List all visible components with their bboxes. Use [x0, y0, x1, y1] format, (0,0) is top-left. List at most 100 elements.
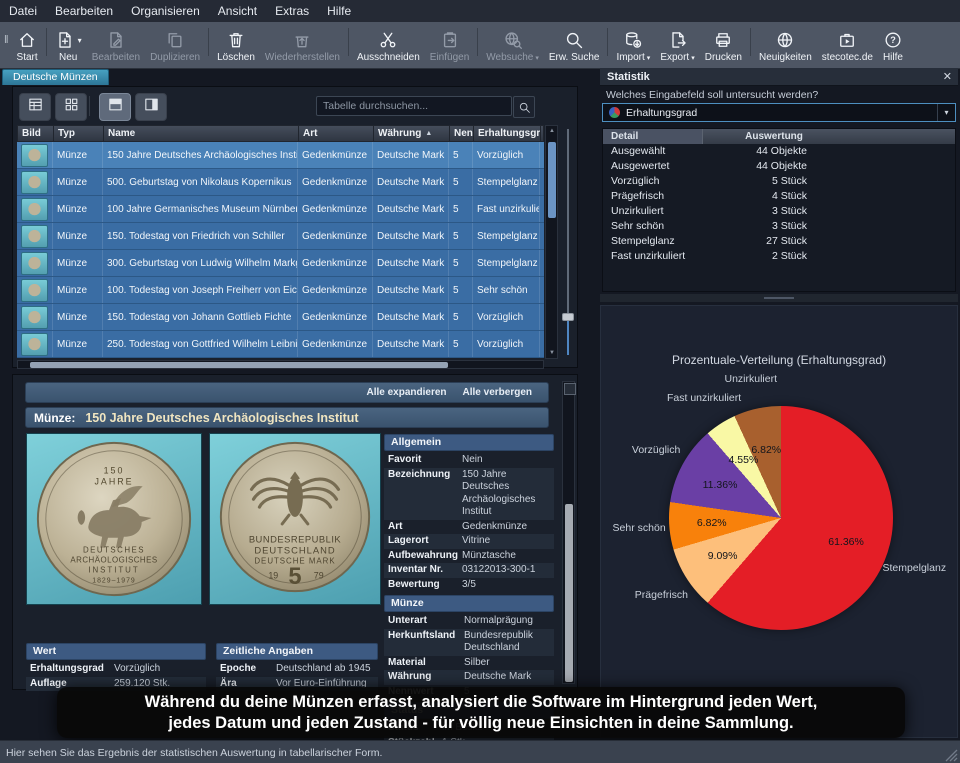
statistics-table-header: Detail Auswertung	[603, 129, 955, 144]
section-header[interactable]: Wert	[26, 643, 206, 660]
cell-art: Gedenkmünze	[298, 277, 373, 303]
thumbnail-size-slider[interactable]	[562, 127, 575, 357]
section-header[interactable]: Allgemein	[384, 434, 554, 451]
toolbar-button-drucken[interactable]: Drucken	[700, 27, 747, 63]
section-header[interactable]: Münze	[384, 595, 554, 612]
tab-deutsche-muenzen[interactable]: Deutsche Münzen	[2, 69, 109, 85]
statistics-row[interactable]: Ausgewertet44 Objekte	[603, 159, 955, 174]
menu-item-bearbeiten[interactable]: Bearbeiten	[46, 0, 122, 22]
field-label: Aufbewahrung	[388, 550, 458, 563]
toolbar-grip-icon[interactable]: ‖	[0, 34, 12, 56]
scroll-up-icon[interactable]: ▲	[549, 128, 555, 134]
vertical-scrollbar[interactable]: ▲ ▼	[545, 125, 558, 359]
field-value: Silber	[464, 657, 552, 670]
menu-item-hilfe[interactable]: Hilfe	[318, 0, 360, 22]
table-row[interactable]: Münze100 Jahre Germanisches Museum Nürnb…	[17, 196, 544, 223]
view-button-table-view[interactable]	[19, 93, 51, 121]
statistics-row[interactable]: Prägefrisch4 Stück	[603, 189, 955, 204]
cell-nennwert: 5	[449, 223, 473, 249]
slider-handle[interactable]	[562, 313, 574, 321]
column-header-bild[interactable]: Bild	[18, 126, 54, 141]
field-value: 03122013-300-1	[462, 564, 552, 577]
toolbar-button-löschen[interactable]: Löschen	[212, 27, 260, 63]
menu-item-organisieren[interactable]: Organisieren	[122, 0, 209, 22]
svg-text:BUNDESREPUBLIK: BUNDESREPUBLIK	[249, 535, 342, 545]
section-header[interactable]: Zeitliche Angaben	[216, 643, 378, 660]
expand-all-button[interactable]: Alle expandieren	[366, 387, 446, 398]
dropdown-caret-icon: ▾	[647, 54, 651, 62]
toolbar-button-neu[interactable]: ▾Neu	[50, 27, 87, 63]
column-header-art[interactable]: Art	[299, 126, 374, 141]
table-row[interactable]: Münze100. Todestag von Joseph Freiherr v…	[17, 277, 544, 304]
splitter-grip	[764, 297, 794, 299]
toolbar-button-label: Start	[17, 52, 38, 63]
collapse-all-button[interactable]: Alle verbergen	[463, 387, 532, 398]
table-row[interactable]: Münze150 Jahre Deutsches Archäologisches…	[17, 142, 544, 169]
cell-name: 100. Todestag von Joseph Freiherr von Ei…	[103, 277, 298, 303]
cell-bild	[17, 304, 53, 330]
toolbar-button-export[interactable]: Export▾	[655, 27, 699, 63]
view-button-hsplit-view[interactable]	[99, 93, 131, 121]
stat-value: 2 Stück	[703, 249, 807, 264]
column-header-auswertung[interactable]: Auswertung	[703, 129, 845, 144]
field-label: Art	[388, 521, 458, 534]
detail-scrollbar[interactable]	[562, 381, 575, 684]
toolbar-button-erw-suche[interactable]: Erw. Suche	[544, 27, 605, 63]
resize-grip-icon[interactable]	[945, 749, 958, 762]
table-row[interactable]: Münze150. Todestag von Friedrich von Sch…	[17, 223, 544, 250]
statistics-row[interactable]: Stempelglanz27 Stück	[603, 234, 955, 249]
toolbar-button-import[interactable]: Import▾	[611, 27, 655, 63]
scrollbar-thumb[interactable]	[565, 504, 573, 682]
collection-table-panel: BildTypNameArtWährung▲NennErhaltungsgrad…	[12, 86, 578, 368]
menu-item-datei[interactable]: Datei	[0, 0, 46, 22]
svg-text:79: 79	[314, 570, 324, 580]
field-select-dropdown[interactable]: Erhaltungsgrad ▾	[602, 103, 956, 122]
scroll-down-icon[interactable]: ▼	[549, 350, 555, 356]
stat-detail: Prägefrisch	[603, 189, 703, 204]
horizontal-scrollbar[interactable]	[17, 360, 544, 369]
column-header-erhaltungsgrad[interactable]: Erhaltungsgrad	[474, 126, 541, 141]
help-circle-icon: ?	[883, 30, 903, 50]
field-label: Material	[388, 657, 460, 670]
toolbar-button-start[interactable]: Start	[12, 27, 43, 63]
dropdown-caret-icon[interactable]: ▾	[78, 36, 82, 45]
statistics-row[interactable]: Fast unzirkuliert2 Stück	[603, 249, 955, 264]
coin-photo-front[interactable]: 150JAHREDEUTSCHESARCHÄOLOGISCHESINSTITUT…	[26, 433, 202, 605]
toolbar-button-hilfe[interactable]: ?Hilfe	[878, 27, 908, 63]
view-button-vsplit-view[interactable]	[135, 93, 167, 121]
chevron-down-icon[interactable]: ▾	[937, 104, 955, 121]
column-header-name[interactable]: Name	[104, 126, 299, 141]
column-header-detail[interactable]: Detail	[603, 129, 703, 144]
statistics-row[interactable]: Unzirkuliert3 Stück	[603, 204, 955, 219]
column-header-typ[interactable]: Typ	[54, 126, 104, 141]
close-icon[interactable]: ✕	[943, 70, 952, 83]
toolbar-button-ausschneiden[interactable]: Ausschneiden	[352, 27, 425, 63]
toolbar-button-neuigkeiten[interactable]: Neuigkeiten	[754, 27, 817, 63]
toolbar-button-label: Einfügen	[430, 52, 469, 63]
scrollbar-thumb[interactable]	[548, 142, 556, 218]
column-header-nennwert[interactable]: Nenn	[450, 126, 474, 141]
menu-item-extras[interactable]: Extras	[266, 0, 318, 22]
statistics-row[interactable]: Ausgewählt44 Objekte	[603, 144, 955, 159]
statistics-row[interactable]: Vorzüglich5 Stück	[603, 174, 955, 189]
table-row[interactable]: Münze150. Todestag von Johann Gottlieb F…	[17, 304, 544, 331]
table-row[interactable]: Münze500. Geburtstag von Nikolaus Kopern…	[17, 169, 544, 196]
coin-detail-panel: Alle expandieren Alle verbergen Münze: 1…	[12, 374, 578, 690]
view-button-grid-view[interactable]	[55, 93, 87, 121]
search-input[interactable]	[316, 96, 512, 116]
table-row[interactable]: Münze300. Geburtstag von Ludwig Wilhelm …	[17, 250, 544, 277]
cell-art: Gedenkmünze	[298, 331, 373, 357]
scroll-button[interactable]	[564, 383, 576, 395]
table-row[interactable]: Münze250. Todestag von Gottfried Wilhelm…	[17, 331, 544, 358]
column-header-waehrung[interactable]: Währung▲	[374, 126, 450, 141]
scrollbar-thumb[interactable]	[30, 362, 448, 368]
panel-splitter[interactable]	[600, 294, 958, 302]
menu-item-ansicht[interactable]: Ansicht	[209, 0, 266, 22]
toolbar-button-bearbeiten: Bearbeiten	[87, 27, 145, 63]
search-button[interactable]	[513, 96, 535, 118]
statistics-row[interactable]: Sehr schön3 Stück	[603, 219, 955, 234]
cell-bild	[17, 250, 53, 276]
toolbar-button-websuche: Websuche▾	[481, 27, 544, 63]
toolbar-button-stecotec-de[interactable]: stecotec.de	[817, 27, 878, 63]
coin-photo-back[interactable]: BUNDESREPUBLIKDEUTSCHLANDDEUTSCHE MARK19…	[209, 433, 381, 605]
